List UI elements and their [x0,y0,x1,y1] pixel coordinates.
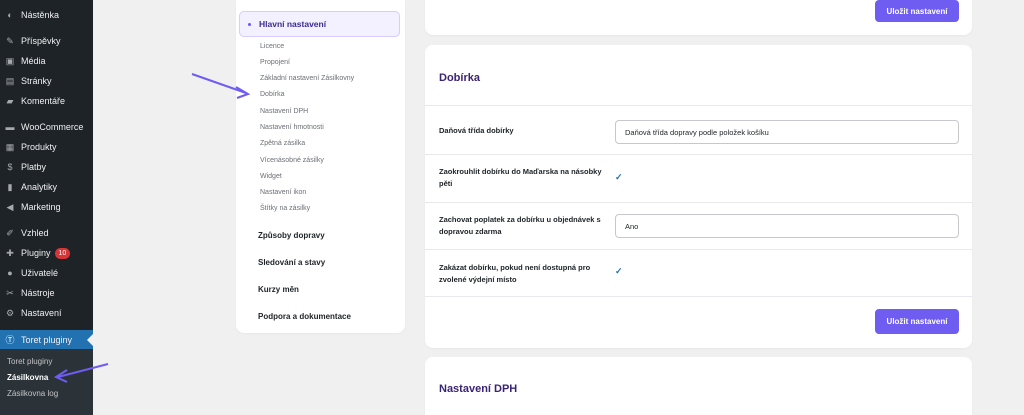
keep-fee-select[interactable]: Ano [615,214,959,238]
round-hungary-checkbox[interactable]: ✓ [615,173,624,182]
keep-fee-label: Zachovat poplatek za dobírku u objednáve… [439,215,601,236]
nav-link-dph[interactable]: Nastavení DPH [260,108,308,115]
disable-cod-label: Zakázat dobírku, pokud není dostupná pro… [439,263,591,284]
products-icon: ▦ [5,142,15,152]
sidebar-item-appearance[interactable]: ✐ Vzhled [0,223,93,243]
submenu-item-zasilkovna[interactable]: Zásilkovna [7,373,48,382]
appearance-icon: ✐ [6,228,14,238]
pin-icon: ✎ [6,36,14,46]
dobirka-card: Dobírka Daňová třída dobírky Daňová tříd… [425,45,972,348]
sidebar-item-posts[interactable]: ✎ Příspěvky [0,31,93,51]
nav-link-hmotnost[interactable]: Nastavení hmotnosti [260,124,324,131]
previous-section-card: Uložit nastavení [425,0,972,35]
nav-link-stitky[interactable]: Štítky na zásilky [260,205,310,212]
sidebar-item-settings[interactable]: ⚙ Nastavení [0,303,93,323]
payments-icon: $ [7,162,13,172]
bullet-icon [248,22,251,26]
nav-section-sledovani[interactable]: Sledování a stavy [258,258,325,267]
divider [425,154,972,155]
divider [425,249,972,250]
media-icon: ▣ [5,56,15,66]
sidebar-item-tools[interactable]: ✂ Nástroje [0,283,93,303]
sidebar-item-woocommerce[interactable]: ▬ WooCommerce [0,117,93,137]
toret-icon: Ⓣ [5,335,15,345]
sidebar-item-payments[interactable]: $ Platby [0,157,93,177]
sidebar-item-dashboard[interactable]: ◐ Nástěnka [0,5,93,25]
section-title-dobirka: Dobírka [439,72,480,84]
nav-link-widget[interactable]: Widget [260,173,282,180]
sidebar-item-plugins[interactable]: ✚ Pluginy 10 [0,243,93,263]
sidebar-item-comments[interactable]: ▰ Komentáře [0,91,93,111]
admin-sidebar: ◐ Nástěnka ✎ Příspěvky ▣ Média ▤ Stránky ▰ Ko… [0,0,93,415]
nav-link-licence[interactable]: Licence [260,43,284,50]
tax-class-label: Daňová třída dobírky [439,126,514,135]
sidebar-item-analytics[interactable]: ▮ Analytiky [0,177,93,197]
nav-link-zakladni[interactable]: Základní nastavení Zásilkovny [260,75,354,82]
sidebar-item-media[interactable]: ▣ Média [0,51,93,71]
submenu-item-toret[interactable]: Toret pluginy [7,357,52,366]
woocommerce-icon: ▬ [5,122,15,132]
active-menu-arrow [87,334,93,346]
save-button[interactable]: Uložit nastavení [875,309,959,334]
nav-section-podpora[interactable]: Podpora a dokumentace [258,312,351,321]
plugins-update-badge: 10 [54,247,71,259]
sidebar-item-pages[interactable]: ▤ Stránky [0,71,93,91]
sidebar-item-toret[interactable]: Ⓣ Toret pluginy [0,330,93,350]
nav-section-kurzy[interactable]: Kurzy měn [258,285,299,294]
annotation-arrow-zasilkovna [53,363,109,383]
divider [425,202,972,203]
dph-card: Nastavení DPH [425,357,972,415]
nav-link-dobirka[interactable]: Dobírka [260,91,285,98]
nav-link-ikony[interactable]: Nastavení ikon [260,189,306,196]
nav-link-propojeni[interactable]: Propojení [260,59,290,66]
nav-section-doprava[interactable]: Způsoby dopravy [258,231,325,240]
pages-icon: ▤ [5,76,15,86]
divider [425,105,972,106]
plugins-icon: ✚ [6,248,14,258]
sidebar-item-users[interactable]: ● Uživatelé [0,263,93,283]
nav-link-vicenasobne[interactable]: Vícenásobné zásilky [260,157,324,164]
sidebar-item-products[interactable]: ▦ Produkty [0,137,93,157]
sidebar-item-marketing[interactable]: ◀ Marketing [0,197,93,217]
annotation-arrow-dobirka [191,73,251,99]
users-icon: ● [7,268,13,278]
settings-icon: ⚙ [5,308,15,318]
round-hungary-label: Zaokrouhlit dobírku do Maďarska na násob… [439,167,602,188]
tools-icon: ✂ [6,288,14,298]
settings-nav: Hlavní nastavení Licence Propojení Zákla… [236,0,405,333]
divider [425,296,972,297]
submenu-item-zasilkovna-log[interactable]: Zásilkovna log [7,389,58,398]
marketing-icon: ◀ [6,202,14,212]
dashboard-icon: ◐ [7,10,13,20]
disable-cod-checkbox[interactable]: ✓ [615,267,624,276]
comments-icon: ▰ [6,96,14,106]
nav-main-settings[interactable]: Hlavní nastavení [239,11,400,37]
analytics-icon: ▮ [7,182,13,192]
save-button-top[interactable]: Uložit nastavení [875,0,959,22]
nav-link-zpetna[interactable]: Zpětná zásilka [260,140,305,147]
section-title-dph: Nastavení DPH [439,383,518,395]
tax-class-select[interactable]: Daňová třída dopravy podle položek košík… [615,120,959,144]
